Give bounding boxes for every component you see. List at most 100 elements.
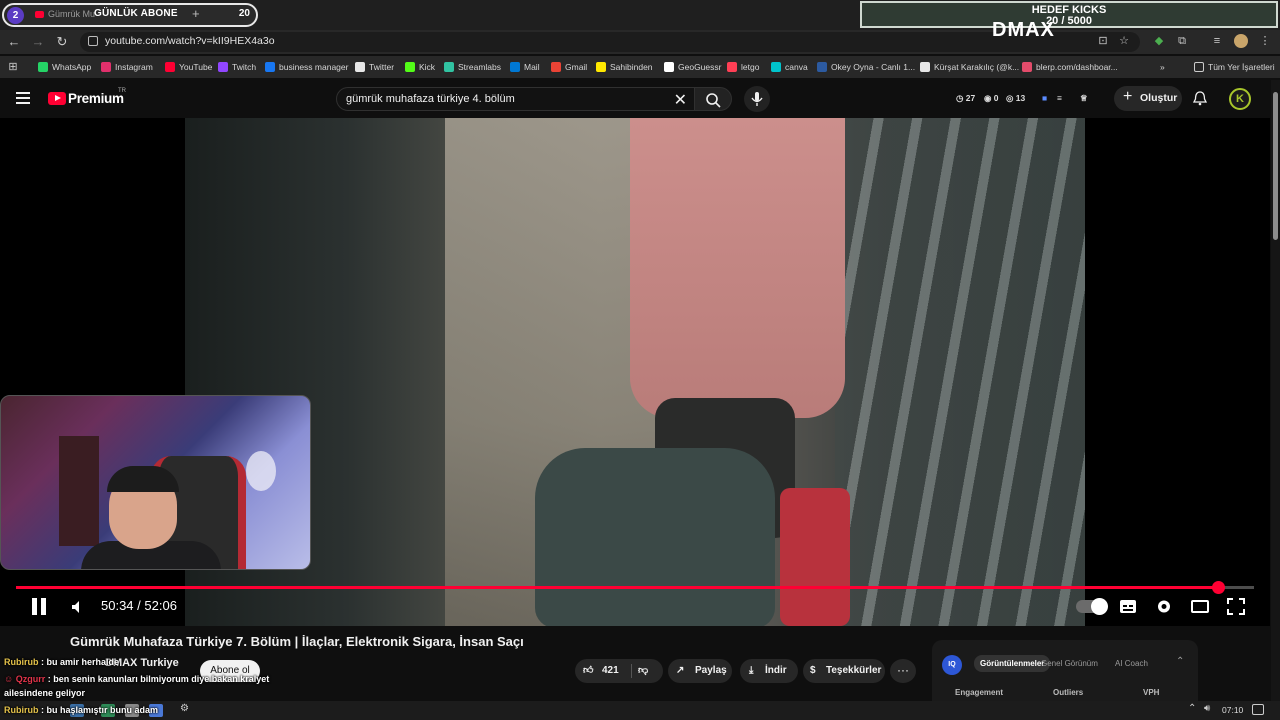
reading-list-icon[interactable]: ≡	[1210, 34, 1224, 48]
settings-gear-icon[interactable]	[1155, 598, 1173, 615]
share-button[interactable]: ↗ Paylaş	[668, 659, 732, 683]
download-button[interactable]: ⤓ İndir	[740, 659, 798, 683]
browser-menu-icon[interactable]: ⋮	[1258, 34, 1272, 48]
bookmark-favicon-icon	[38, 62, 48, 72]
like-dislike-group: 👍︎ 421 👎︎	[575, 659, 663, 683]
subtitles-icon[interactable]	[1119, 598, 1137, 615]
bookmark-item[interactable]: Streamlabs	[444, 60, 501, 74]
bookmark-label: YouTube	[179, 62, 213, 72]
apps-grid-icon[interactable]: ⊞	[6, 60, 20, 74]
bookmark-label: Sahibinden	[610, 62, 653, 72]
extension-shield-icon[interactable]: ◆	[1152, 34, 1166, 48]
bookmark-label: Gmail	[565, 62, 588, 72]
iq-tab-overview[interactable]: Genel Görünüm	[1041, 659, 1098, 668]
voice-search-button[interactable]	[744, 86, 770, 112]
bookmark-favicon-icon	[265, 62, 275, 72]
extension-iq-icon[interactable]: ■	[1042, 93, 1047, 103]
bookmark-favicon-icon	[920, 62, 930, 72]
bookmark-item[interactable]: canva	[771, 60, 808, 74]
scrollbar-thumb[interactable]	[1273, 92, 1278, 240]
bookmark-item[interactable]: blerp.com/dashboar...	[1022, 60, 1118, 74]
thanks-label: Teşekkürler	[826, 665, 882, 676]
taskbar-settings-icon[interactable]: ⚙	[180, 703, 189, 714]
bookmarks-overflow-icon[interactable]: »	[1160, 60, 1165, 74]
create-button[interactable]: + Oluştur	[1114, 86, 1182, 111]
like-count[interactable]: 421	[602, 659, 619, 683]
bookmark-label: business manager	[279, 62, 349, 72]
back-arrow-icon[interactable]: ←	[6, 34, 22, 50]
trophy-icon[interactable]: ♕	[1080, 93, 1088, 104]
more-actions-button[interactable]: ···	[890, 659, 916, 683]
bookmark-item[interactable]: Sahibinden	[596, 60, 653, 74]
duration: 52:06	[144, 598, 177, 613]
video-frame	[185, 118, 1085, 626]
extension-list-icon[interactable]: ≡	[1057, 93, 1062, 103]
download-icon: ⤓	[749, 665, 754, 676]
bookmark-item[interactable]: Twitter	[355, 60, 394, 74]
tray-volume-icon[interactable]: 🔊︎	[1204, 703, 1210, 714]
volume-icon[interactable]	[70, 599, 86, 615]
hamburger-menu-icon[interactable]	[16, 92, 30, 104]
iq-tab-views[interactable]: Görüntülenmeler	[974, 655, 1051, 672]
bookmark-favicon-icon	[596, 62, 606, 72]
reload-icon[interactable]: ↻	[54, 34, 70, 50]
stat-eye: ◎ 13	[1006, 93, 1026, 103]
goal-progress: 20 / 5000	[1046, 15, 1092, 27]
bookmark-label: letgo	[741, 62, 760, 72]
bookmark-favicon-icon	[817, 62, 827, 72]
fullscreen-icon[interactable]	[1227, 598, 1245, 615]
video-progress-bar[interactable]	[16, 581, 1254, 594]
bookmark-item[interactable]: Kick	[405, 60, 435, 74]
bookmark-item[interactable]: Okey Oyna - Canlı 1...	[817, 60, 915, 74]
address-bar[interactable]: youtube.com/watch?v=kII9HEX4a3o	[80, 32, 1140, 52]
profile-avatar-icon[interactable]	[1234, 34, 1248, 48]
autoplay-toggle[interactable]	[1076, 598, 1108, 615]
bookmark-item[interactable]: WhatsApp	[38, 60, 91, 74]
like-thumb-icon[interactable]: 👍︎	[583, 659, 593, 683]
notifications-icon[interactable]	[1252, 704, 1264, 715]
pause-button[interactable]	[30, 598, 48, 615]
bookmark-item[interactable]: Mail	[510, 60, 540, 74]
search-input[interactable]: gümrük muhafaza türkiye 4. bölüm ✕	[336, 87, 696, 111]
iq-col-outliers: Outliers	[1053, 688, 1084, 697]
chat-username: Rubirub	[4, 657, 39, 667]
bookmark-item[interactable]: letgo	[727, 60, 759, 74]
extensions-puzzle-icon[interactable]: ⧉	[1175, 34, 1189, 48]
bookmark-label: Okey Oyna - Canlı 1...	[831, 62, 916, 72]
dislike-thumb-icon[interactable]: 👎︎	[638, 659, 648, 683]
thanks-button[interactable]: $ Teşekkürler	[803, 659, 885, 683]
all-bookmarks-folder[interactable]: Tüm Yer İşaretleri	[1194, 60, 1275, 74]
youtube-logo-icon[interactable]	[48, 92, 66, 105]
search-button[interactable]	[694, 87, 732, 111]
forward-arrow-icon[interactable]: →	[30, 34, 46, 50]
bookmark-item[interactable]: YouTube	[165, 60, 212, 74]
account-avatar[interactable]: K	[1229, 88, 1251, 110]
bookmark-item[interactable]: Twitch	[218, 60, 256, 74]
bookmark-item[interactable]: Kürşat Karakılıç (@k...	[920, 60, 1019, 74]
bookmark-star-icon[interactable]: ☆	[1117, 34, 1131, 48]
new-tab-button[interactable]: +	[192, 6, 200, 21]
bookmark-label: Twitch	[232, 62, 257, 72]
bookmark-item[interactable]: Instagram	[101, 60, 153, 74]
bookmark-item[interactable]: GeoGuessr	[664, 60, 721, 74]
taskbar-clock[interactable]: 07:10	[1222, 705, 1243, 715]
chat-message: ☺ Qzgurr : ben senin kanunları bilmiyoru…	[4, 674, 269, 684]
video-scrubber-handle[interactable]	[1212, 581, 1226, 594]
tray-chevron-icon[interactable]: ⌃	[1188, 703, 1196, 714]
iq-tab-ai-coach[interactable]: AI Coach	[1115, 659, 1148, 668]
daily-subs-overlay-label: GÜNLÜK ABONE	[94, 8, 178, 19]
notifications-bell-icon[interactable]	[1192, 90, 1208, 106]
bookmark-item[interactable]: Gmail	[551, 60, 587, 74]
iq-col-engagement: Engagement	[955, 688, 1004, 697]
bookmark-favicon-icon	[727, 62, 737, 72]
bookmark-item[interactable]: business manager	[265, 60, 348, 74]
youtube-premium-wordmark[interactable]: Premium	[68, 91, 124, 106]
theater-mode-icon[interactable]	[1191, 598, 1209, 615]
browser-tab[interactable]: 2 Gümrük Mu GÜNLÜK ABONE + 20	[2, 3, 258, 27]
collapse-chevron-icon[interactable]: ⌃	[1176, 656, 1184, 667]
site-info-icon[interactable]	[88, 36, 98, 46]
install-app-icon[interactable]: ⊡	[1096, 34, 1110, 48]
page-scrollbar[interactable]	[1271, 80, 1280, 701]
clear-search-icon[interactable]: ✕	[674, 90, 687, 110]
video-scene-railing	[835, 118, 1085, 626]
